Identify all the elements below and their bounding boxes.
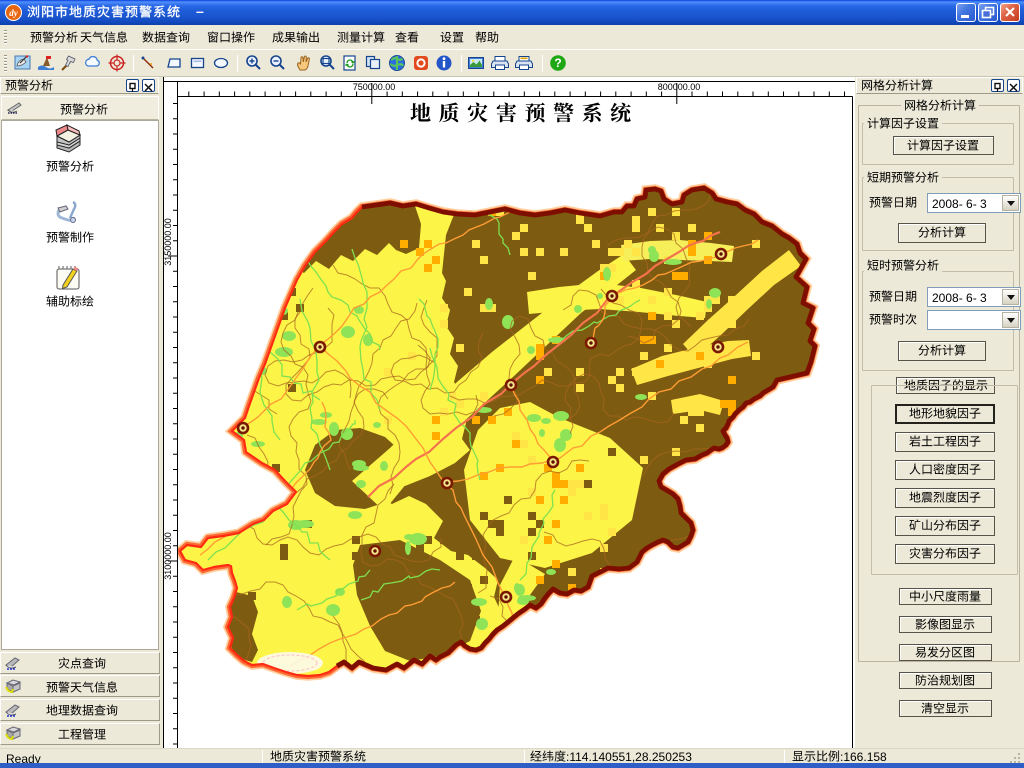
svg-text:dy: dy bbox=[9, 8, 19, 18]
svg-text:?: ? bbox=[554, 56, 561, 70]
svg-text:3150000.00: 3150000.00 bbox=[163, 218, 173, 266]
svg-text:3100000.00: 3100000.00 bbox=[163, 532, 173, 580]
svg-text:750000.00: 750000.00 bbox=[353, 82, 396, 92]
svg-text:800000.00: 800000.00 bbox=[658, 82, 701, 92]
